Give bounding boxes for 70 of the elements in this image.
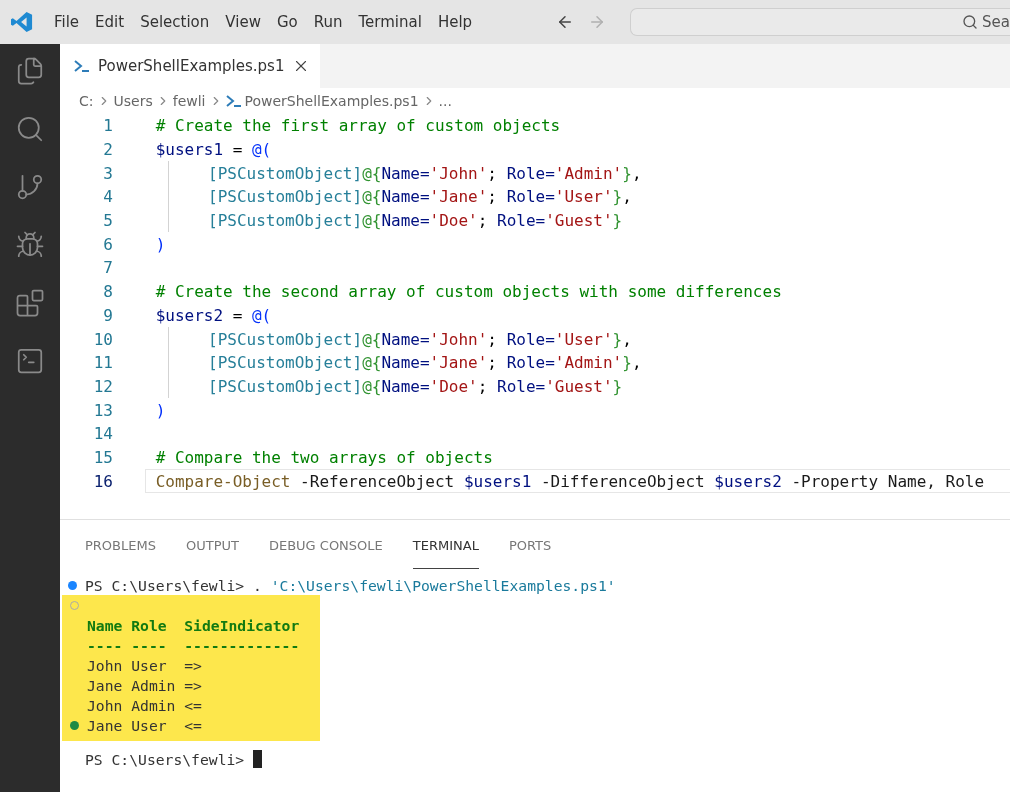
line-number: 12 <box>92 376 113 396</box>
breadcrumb-item[interactable]: fewli <box>172 93 206 109</box>
blocks-icon[interactable] <box>15 288 45 318</box>
menu-item[interactable]: Run <box>305 9 351 35</box>
line-number: 4 <box>102 187 113 207</box>
line-number: 16 <box>92 471 113 491</box>
terminal-icon[interactable] <box>15 346 45 376</box>
arrow-right-icon <box>588 13 606 31</box>
breadcrumb-item[interactable]: PowerShellExamples.ps1 <box>244 93 419 109</box>
terminal-prompt-icon <box>225 94 242 108</box>
menu-item[interactable]: View <box>217 9 269 35</box>
menu-item[interactable]: Help <box>429 9 481 35</box>
code-line: $users2 = @( <box>155 305 272 325</box>
table-header: Name Role SideIndicator <box>87 616 300 634</box>
code-line: [PSCustomObject]@{Name='Doe'; Role='Guest'} <box>208 211 623 231</box>
terminal-output-line: Jane Admin => <box>87 676 202 694</box>
code-line: ) <box>155 400 166 420</box>
line-number: 11 <box>92 353 113 373</box>
code-line: $users1 = @( <box>155 140 272 160</box>
search-icon[interactable] <box>15 114 45 144</box>
code-line: ) <box>155 234 166 254</box>
code-line: [PSCustomObject]@{Name='Doe'; Role='Guest'} <box>208 376 623 396</box>
panel-tab[interactable]: PROBLEMS <box>85 522 156 569</box>
terminal-prompt: PS C:\Users\fewli> <box>85 750 245 768</box>
files-icon[interactable] <box>15 56 45 86</box>
menu-item[interactable]: Selection <box>132 9 218 35</box>
line-number: 2 <box>102 140 113 160</box>
code-line: # Create the second array of custom objects with some differences <box>155 282 782 302</box>
breadcrumb-item[interactable]: Users <box>113 93 153 109</box>
terminal-command: PS C:\Users\fewli> . 'C:\Users\fewli\PowerShellExamples.ps1' <box>85 576 616 594</box>
search-placeholder: Sea <box>982 13 1010 31</box>
app-logo-icon[interactable] <box>11 11 33 33</box>
panel-tab[interactable]: OUTPUT <box>185 522 239 569</box>
breadcrumb-item[interactable]: C: <box>79 93 94 109</box>
line-number: 5 <box>102 211 113 231</box>
menu-item[interactable]: Terminal <box>350 9 430 35</box>
line-number: 15 <box>92 447 113 467</box>
code-line: Compare-Object -ReferenceObject $users1 -DifferenceObject $users2 -Property Name, Role <box>155 471 985 491</box>
terminal-prompt-icon <box>74 59 90 73</box>
line-number: 6 <box>102 234 113 254</box>
line-number: 3 <box>102 163 113 183</box>
code-line: # Compare the two arrays of objects <box>155 447 493 467</box>
line-number: 7 <box>102 258 113 278</box>
menu-item[interactable]: Go <box>268 9 306 35</box>
code-line: [PSCustomObject]@{Name='John'; Role='Admin'}, <box>208 163 642 183</box>
panel-tab[interactable]: TERMINAL <box>412 522 479 569</box>
code-line: # Create the first array of custom objects <box>155 116 561 136</box>
search-field[interactable]: Sea <box>630 8 1010 36</box>
menu-item[interactable]: Edit <box>87 9 133 35</box>
menu-item[interactable]: File <box>46 9 88 35</box>
line-number: 13 <box>92 400 113 420</box>
terminal-output-line: John User => <box>87 656 202 674</box>
panel-tab[interactable]: PORTS <box>508 522 552 569</box>
line-number: 10 <box>92 329 113 349</box>
terminal-output-line: Jane User <= <box>87 716 202 734</box>
line-number: 14 <box>92 424 113 444</box>
code-line: [PSCustomObject]@{Name='John'; Role='User'}, <box>208 329 632 349</box>
branch-icon[interactable] <box>15 172 45 202</box>
bug-icon[interactable] <box>15 230 45 260</box>
terminal-output-line: John Admin <= <box>87 696 202 714</box>
code-line: [PSCustomObject]@{Name='Jane'; Role='User'}, <box>208 187 632 207</box>
panel-tab[interactable]: DEBUG CONSOLE <box>268 522 383 569</box>
search-icon <box>962 14 979 30</box>
line-number: 9 <box>102 305 113 325</box>
line-number: 8 <box>102 282 113 302</box>
line-number: 1 <box>102 116 113 136</box>
code-line: [PSCustomObject]@{Name='Jane'; Role='Admin'}, <box>208 353 642 373</box>
editor-tab[interactable]: PowerShellExamples.ps1 <box>60 44 321 88</box>
breadcrumb-item[interactable]: ... <box>438 93 452 109</box>
table-rule: ---- ---- ------------- <box>87 636 300 654</box>
